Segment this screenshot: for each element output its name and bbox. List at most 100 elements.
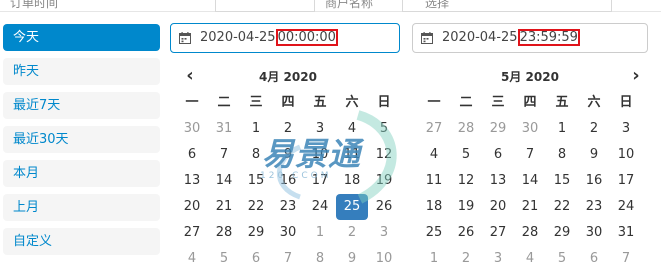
day-cell[interactable]: 5 bbox=[546, 246, 578, 272]
chevron-left-icon[interactable]: ‹ bbox=[180, 64, 200, 90]
day-cell[interactable]: 5 bbox=[208, 246, 240, 272]
range-last-30-days[interactable]: 最近30天 bbox=[3, 126, 160, 153]
range-custom[interactable]: 自定义 bbox=[3, 228, 160, 255]
day-cell[interactable]: 7 bbox=[208, 142, 240, 168]
day-cell[interactable]: 26 bbox=[450, 220, 482, 246]
day-cell[interactable]: 24 bbox=[304, 194, 336, 220]
day-cell[interactable]: 9 bbox=[272, 142, 304, 168]
day-cell[interactable]: 7 bbox=[610, 246, 642, 272]
day-cell[interactable]: 8 bbox=[304, 246, 336, 272]
day-cell[interactable]: 29 bbox=[546, 220, 578, 246]
left-week-row: 4 5 6 7 8 9 10 bbox=[176, 246, 400, 272]
day-cell[interactable]: 15 bbox=[240, 168, 272, 194]
day-cell[interactable]: 6 bbox=[240, 246, 272, 272]
day-cell[interactable]: 3 bbox=[610, 116, 642, 142]
day-cell[interactable]: 13 bbox=[176, 168, 208, 194]
day-cell[interactable]: 2 bbox=[272, 116, 304, 142]
day-cell[interactable]: 10 bbox=[368, 246, 400, 272]
day-cell[interactable]: 29 bbox=[240, 220, 272, 246]
day-cell[interactable]: 5 bbox=[450, 142, 482, 168]
day-cell[interactable]: 8 bbox=[240, 142, 272, 168]
day-cell[interactable]: 30 bbox=[514, 116, 546, 142]
day-cell[interactable]: 28 bbox=[514, 220, 546, 246]
day-cell[interactable]: 12 bbox=[450, 168, 482, 194]
day-cell[interactable]: 19 bbox=[368, 168, 400, 194]
day-cell[interactable]: 6 bbox=[482, 142, 514, 168]
day-cell[interactable]: 3 bbox=[368, 220, 400, 246]
day-cell[interactable]: 31 bbox=[610, 220, 642, 246]
chevron-right-icon[interactable]: › bbox=[626, 64, 646, 90]
day-cell[interactable]: 25 bbox=[418, 220, 450, 246]
day-cell[interactable]: 1 bbox=[240, 116, 272, 142]
day-cell[interactable]: 2 bbox=[336, 220, 368, 246]
day-cell[interactable]: 30 bbox=[578, 220, 610, 246]
day-cell[interactable]: 23 bbox=[578, 194, 610, 220]
day-cell[interactable]: 16 bbox=[578, 168, 610, 194]
day-cell[interactable]: 26 bbox=[368, 194, 400, 220]
day-cell[interactable]: 9 bbox=[336, 246, 368, 272]
day-cell[interactable]: 28 bbox=[450, 116, 482, 142]
day-cell[interactable]: 14 bbox=[208, 168, 240, 194]
day-cell[interactable]: 18 bbox=[336, 168, 368, 194]
day-cell[interactable]: 3 bbox=[482, 246, 514, 272]
day-cell[interactable]: 22 bbox=[240, 194, 272, 220]
day-cell[interactable]: 11 bbox=[418, 168, 450, 194]
day-cell[interactable]: 27 bbox=[482, 220, 514, 246]
day-cell[interactable]: 16 bbox=[272, 168, 304, 194]
day-cell[interactable]: 8 bbox=[546, 142, 578, 168]
day-cell[interactable]: 21 bbox=[514, 194, 546, 220]
day-cell[interactable]: 22 bbox=[546, 194, 578, 220]
day-cell[interactable]: 27 bbox=[418, 116, 450, 142]
day-cell[interactable]: 24 bbox=[610, 194, 642, 220]
day-cell[interactable]: 13 bbox=[482, 168, 514, 194]
start-datetime-input[interactable]: 2020-04-25 00:00:00 bbox=[170, 23, 400, 53]
day-cell[interactable]: 2 bbox=[578, 116, 610, 142]
day-cell[interactable]: 27 bbox=[176, 220, 208, 246]
day-cell[interactable]: 18 bbox=[418, 194, 450, 220]
range-last-month[interactable]: 上月 bbox=[3, 194, 160, 221]
day-cell[interactable]: 1 bbox=[304, 220, 336, 246]
day-cell[interactable]: 19 bbox=[450, 194, 482, 220]
header-input-box[interactable] bbox=[215, 0, 315, 12]
end-datetime-input[interactable]: 2020-04-25 23:59:59 bbox=[412, 23, 648, 53]
day-cell[interactable]: 12 bbox=[368, 142, 400, 168]
range-yesterday[interactable]: 昨天 bbox=[3, 58, 160, 85]
day-cell[interactable]: 9 bbox=[578, 142, 610, 168]
day-cell[interactable]: 28 bbox=[208, 220, 240, 246]
day-cell[interactable]: 4 bbox=[336, 116, 368, 142]
selected-day-cell[interactable]: 25 bbox=[336, 194, 368, 220]
day-cell[interactable]: 20 bbox=[176, 194, 208, 220]
day-cell[interactable]: 7 bbox=[514, 142, 546, 168]
day-cell[interactable]: 1 bbox=[418, 246, 450, 272]
range-this-month[interactable]: 本月 bbox=[3, 160, 160, 187]
range-today[interactable]: 今天 bbox=[3, 24, 160, 51]
end-time-value[interactable]: 23:59:59 bbox=[517, 29, 580, 46]
day-cell[interactable]: 30 bbox=[176, 116, 208, 142]
day-cell[interactable]: 7 bbox=[272, 246, 304, 272]
day-cell[interactable]: 10 bbox=[304, 142, 336, 168]
start-time-value[interactable]: 00:00:00 bbox=[275, 29, 338, 46]
day-cell[interactable]: 31 bbox=[208, 116, 240, 142]
day-cell[interactable]: 6 bbox=[578, 246, 610, 272]
day-cell[interactable]: 17 bbox=[610, 168, 642, 194]
day-cell[interactable]: 5 bbox=[368, 116, 400, 142]
day-cell[interactable]: 1 bbox=[546, 116, 578, 142]
day-cell[interactable]: 11 bbox=[336, 142, 368, 168]
day-cell[interactable]: 17 bbox=[304, 168, 336, 194]
day-cell[interactable]: 14 bbox=[514, 168, 546, 194]
day-cell[interactable]: 3 bbox=[304, 116, 336, 142]
day-cell[interactable]: 10 bbox=[610, 142, 642, 168]
day-cell[interactable]: 4 bbox=[418, 142, 450, 168]
day-cell[interactable]: 30 bbox=[272, 220, 304, 246]
day-cell[interactable]: 29 bbox=[482, 116, 514, 142]
day-cell[interactable]: 4 bbox=[514, 246, 546, 272]
day-cell[interactable]: 21 bbox=[208, 194, 240, 220]
day-cell[interactable]: 2 bbox=[450, 246, 482, 272]
day-cell[interactable]: 15 bbox=[546, 168, 578, 194]
day-cell[interactable]: 4 bbox=[176, 246, 208, 272]
merchant-select-box[interactable]: 选择 bbox=[402, 0, 612, 12]
day-cell[interactable]: 23 bbox=[272, 194, 304, 220]
day-cell[interactable]: 6 bbox=[176, 142, 208, 168]
range-last-7-days[interactable]: 最近7天 bbox=[3, 92, 160, 119]
day-cell[interactable]: 20 bbox=[482, 194, 514, 220]
